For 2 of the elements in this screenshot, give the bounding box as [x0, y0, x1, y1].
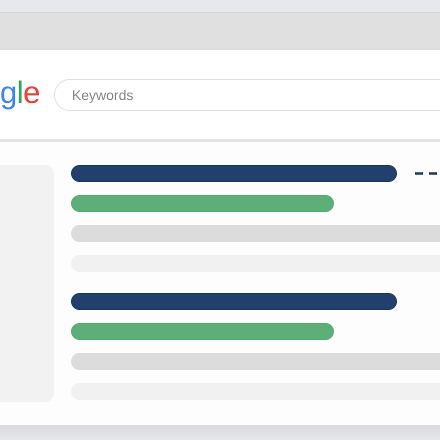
search-field[interactable]: Keywords — [54, 78, 440, 110]
logo: gle — [0, 77, 40, 112]
